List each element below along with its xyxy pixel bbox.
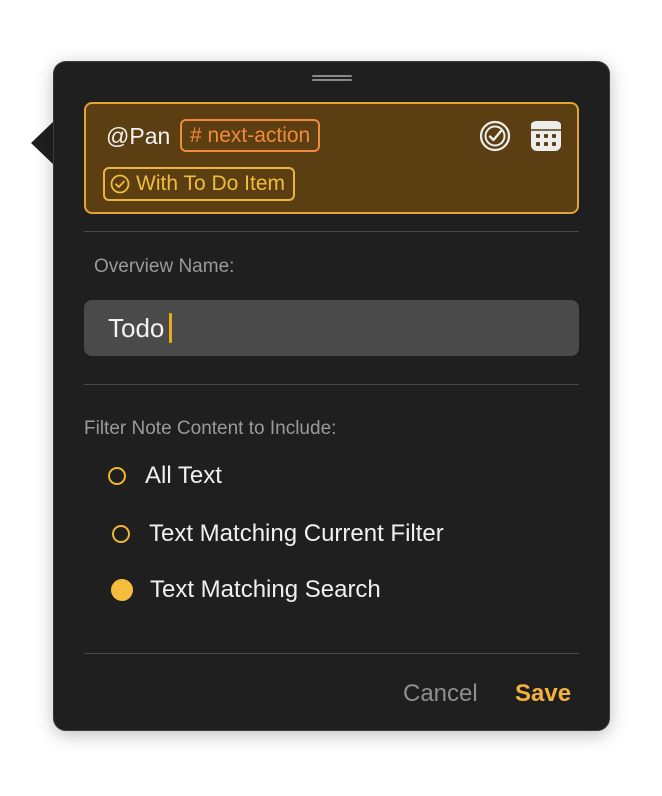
divider (84, 653, 579, 654)
radio-current-filter[interactable]: Text Matching Current Filter (112, 520, 444, 548)
overview-name-input[interactable]: Todo (84, 300, 579, 356)
checkmark-circle-icon[interactable] (477, 118, 513, 154)
todo-chip-label: With To Do Item (136, 172, 285, 195)
save-button[interactable]: Save (515, 680, 571, 708)
overview-popover: @Pan # next-action With To Do Item Overv… (53, 61, 610, 731)
radio-button[interactable] (112, 525, 130, 543)
tag-chip[interactable]: # next-action (180, 119, 321, 152)
popover-pointer (31, 121, 54, 165)
radio-matching-search[interactable]: Text Matching Search (111, 576, 381, 604)
drag-handle[interactable] (312, 75, 352, 81)
overview-name-value: Todo (108, 312, 165, 343)
overview-name-label: Overview Name: (94, 256, 235, 277)
mention-token[interactable]: @Pan (106, 123, 170, 150)
filter-content-label: Filter Note Content to Include: (84, 418, 337, 439)
radio-label: Text Matching Current Filter (149, 520, 444, 547)
cancel-button[interactable]: Cancel (403, 680, 478, 708)
radio-label: Text Matching Search (150, 576, 381, 603)
radio-label: All Text (145, 462, 222, 489)
divider (84, 231, 579, 232)
text-caret (169, 313, 173, 343)
filter-token-box[interactable]: @Pan # next-action With To Do Item (84, 102, 579, 214)
check-circle-icon (110, 174, 130, 194)
divider (84, 384, 579, 385)
radio-button-selected[interactable] (111, 579, 133, 601)
todo-item-chip[interactable]: With To Do Item (103, 167, 295, 201)
radio-all-text[interactable]: All Text (108, 462, 222, 490)
calendar-icon[interactable] (528, 118, 564, 154)
radio-button[interactable] (108, 467, 126, 485)
